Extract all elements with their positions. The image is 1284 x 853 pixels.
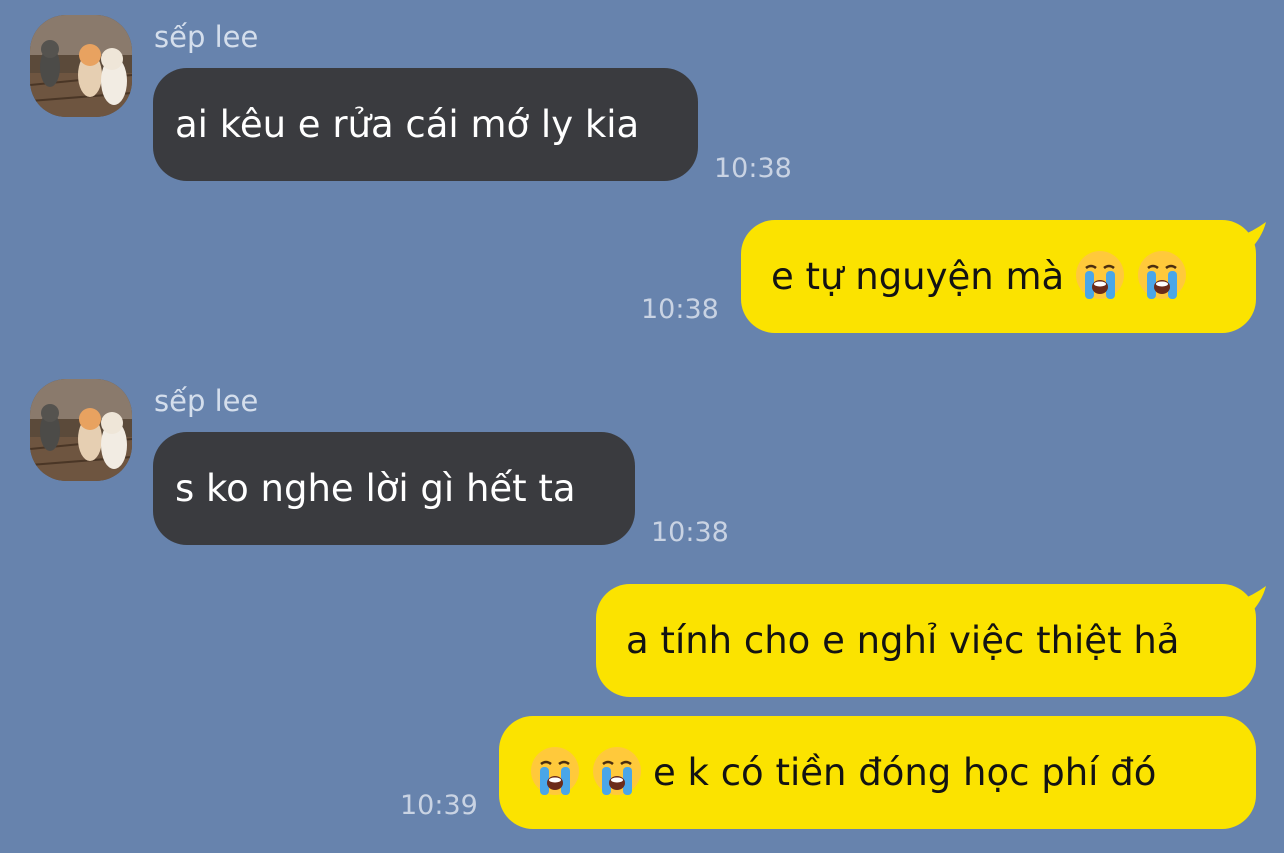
message-text: e tự nguyện mà — [771, 255, 1065, 298]
bubble-tail — [1240, 586, 1266, 616]
message-text: ai kêu e rửa cái mớ ly kia — [175, 103, 640, 146]
message-time: 10:38 — [641, 294, 719, 325]
message-bubble-incoming[interactable]: s ko nghe lời gì hết ta — [153, 432, 635, 545]
message-time: 10:38 — [714, 153, 792, 184]
message-bubble-incoming[interactable]: ai kêu e rửa cái mớ ly kia — [153, 68, 698, 181]
chat-thread: sếp lee ai kêu e rửa cái mớ ly kia 10:38… — [0, 0, 1284, 853]
message-time: 10:39 — [400, 790, 478, 821]
sender-name: sếp lee — [154, 20, 259, 54]
message-text: e k có tiền đóng học phí đó — [653, 751, 1157, 794]
message-text: s ko nghe lời gì hết ta — [175, 467, 576, 510]
sender-name: sếp lee — [154, 384, 259, 418]
message-bubble-outgoing[interactable]: a tính cho e nghỉ việc thiệt hả — [596, 584, 1256, 697]
crying-face-emoji-icon — [1136, 249, 1188, 301]
crying-face-emoji-icon — [1074, 249, 1126, 301]
message-text: a tính cho e nghỉ việc thiệt hả — [626, 619, 1180, 662]
bubble-tail — [1240, 222, 1266, 252]
cats-photo-avatar — [30, 379, 132, 481]
message-time: 10:38 — [651, 517, 729, 548]
crying-face-emoji-icon — [529, 745, 581, 797]
avatar[interactable] — [30, 15, 132, 117]
message-bubble-outgoing[interactable]: e tự nguyện mà — [741, 220, 1256, 333]
cats-photo-avatar — [30, 15, 132, 117]
message-bubble-outgoing[interactable]: e k có tiền đóng học phí đó — [499, 716, 1256, 829]
avatar[interactable] — [30, 379, 132, 481]
crying-face-emoji-icon — [591, 745, 643, 797]
